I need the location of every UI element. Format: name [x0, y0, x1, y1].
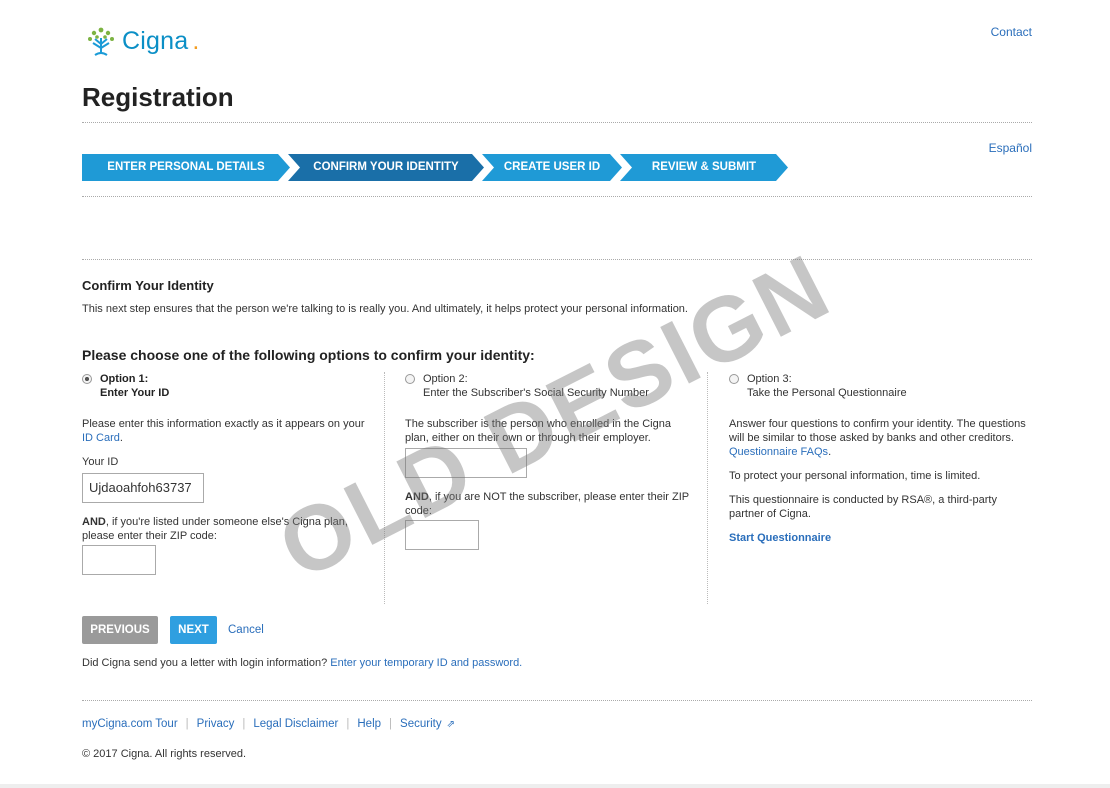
option-3-time-note: To protect your personal information, ti… — [729, 470, 981, 482]
footer-link-security[interactable]: Security — [400, 718, 442, 730]
option-3-rsa-note: This questionnaire is conducted by RSA®,… — [729, 494, 997, 520]
option-3-radio-row[interactable]: Option 3: Take the Personal Questionnair… — [729, 372, 1029, 400]
bottom-band — [0, 784, 1110, 788]
tree-icon — [88, 27, 114, 56]
footer-links: myCigna.com Tour | Privacy | Legal Discl… — [82, 718, 455, 730]
option-3-sublabel: Take the Personal Questionnaire — [747, 387, 907, 399]
cigna-logo[interactable]: Cigna. — [84, 24, 199, 58]
divider — [82, 259, 1032, 260]
step-enter-personal-details: ENTER PERSONAL DETAILS — [82, 154, 290, 181]
copyright: © 2017 Cigna. All rights reserved. — [82, 748, 247, 760]
footer-link-tour[interactable]: myCigna.com Tour — [82, 718, 178, 730]
option-1-radio[interactable] — [82, 374, 92, 384]
divider — [82, 700, 1032, 701]
option-2-panel: Option 2: Enter the Subscriber's Social … — [405, 372, 695, 550]
questionnaire-faqs-link[interactable]: Questionnaire FAQs — [729, 446, 828, 458]
option-1-panel: Option 1: Enter Your ID Please enter thi… — [82, 372, 372, 575]
option-2-label: Option 2: — [423, 373, 468, 385]
option-3-label: Option 3: — [747, 373, 792, 385]
option-2-radio-row[interactable]: Option 2: Enter the Subscriber's Social … — [405, 372, 695, 400]
option-2-sublabel: Enter the Subscriber's Social Security N… — [423, 387, 649, 399]
column-divider — [384, 372, 385, 604]
footer-link-help[interactable]: Help — [357, 718, 381, 730]
footer-link-legal[interactable]: Legal Disclaimer — [253, 718, 338, 730]
option-1-instruction: Please enter this information exactly as… — [82, 418, 365, 444]
option-2-zip-instruction: AND, if you are NOT the subscriber, plea… — [405, 491, 689, 517]
step-review-submit: REVIEW & SUBMIT — [620, 154, 788, 181]
external-link-icon: ⇗ — [446, 718, 455, 730]
footer-link-privacy[interactable]: Privacy — [197, 718, 235, 730]
your-id-label: Your ID — [82, 456, 119, 468]
section-title: Confirm Your Identity — [82, 278, 214, 293]
step-create-user-id: CREATE USER ID — [482, 154, 622, 181]
option-1-label: Option 1: — [100, 373, 149, 385]
option-3-radio[interactable] — [729, 374, 739, 384]
option-2-zip-input[interactable] — [405, 520, 479, 550]
option-1-zip-input[interactable] — [82, 545, 156, 575]
cancel-link[interactable]: Cancel — [228, 624, 264, 636]
next-button[interactable]: NEXT — [170, 616, 217, 644]
contact-link[interactable]: Contact — [991, 25, 1032, 39]
logo-text: Cigna — [122, 26, 189, 55]
column-divider — [707, 372, 708, 604]
section-description: This next step ensures that the person w… — [82, 303, 688, 315]
ssn-input[interactable] — [405, 448, 527, 478]
option-3-panel: Option 3: Take the Personal Questionnair… — [729, 372, 1029, 544]
divider — [82, 196, 1032, 197]
start-questionnaire-link[interactable]: Start Questionnaire — [729, 531, 831, 545]
option-1-sublabel: Enter Your ID — [100, 387, 170, 399]
option-2-radio[interactable] — [405, 374, 415, 384]
page-title: Registration — [82, 82, 234, 112]
step-confirm-identity: CONFIRM YOUR IDENTITY — [288, 154, 484, 181]
your-id-input[interactable]: Ujdaoahfoh63737 — [82, 473, 204, 503]
option-2-instruction: The subscriber is the person who enrolle… — [405, 418, 671, 444]
previous-button[interactable]: PREVIOUS — [82, 616, 158, 644]
choose-prompt: Please choose one of the following optio… — [82, 347, 535, 363]
language-link[interactable]: Español — [989, 141, 1032, 155]
letter-prompt: Did Cigna send you a letter with login i… — [82, 657, 523, 669]
id-card-link[interactable]: ID Card — [82, 432, 120, 444]
divider — [82, 122, 1032, 123]
option-1-radio-row[interactable]: Option 1: Enter Your ID — [82, 372, 372, 400]
option-3-description: Answer four questions to confirm your id… — [729, 418, 1026, 458]
option-1-zip-instruction: AND, if you're listed under someone else… — [82, 516, 348, 542]
temporary-id-link[interactable]: Enter your temporary ID and password. — [330, 657, 522, 669]
